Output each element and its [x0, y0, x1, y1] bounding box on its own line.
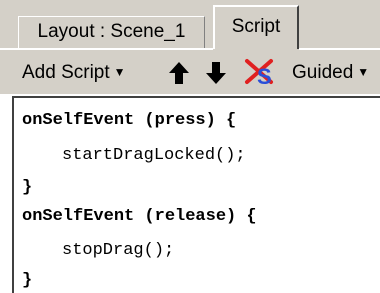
code-line: onSelfEvent (release) {: [22, 207, 257, 226]
tab-script-label: Script: [231, 16, 281, 37]
chevron-down-icon: ▼: [113, 65, 126, 79]
delete-script-icon[interactable]: S: [243, 58, 277, 88]
arrow-up-icon[interactable]: [168, 60, 190, 86]
script-editor[interactable]: onSelfEvent (press) { startDragLocked();…: [12, 96, 380, 293]
code-line: startDragLocked();: [62, 146, 246, 165]
tab-layout-label: Layout : Scene_1: [37, 21, 186, 42]
code-line: }: [22, 271, 33, 290]
code-line: }: [22, 178, 33, 197]
tab-layout-scene[interactable]: Layout : Scene_1: [18, 16, 205, 48]
chevron-down-icon: ▼: [357, 65, 370, 79]
guided-mode-button[interactable]: Guided ▼: [292, 50, 369, 94]
code-line: stopDrag();: [62, 241, 175, 260]
script-toolbar: Add Script ▼ S Guided ▼: [0, 50, 380, 94]
arrow-down-icon[interactable]: [205, 60, 227, 86]
svg-text:S: S: [257, 64, 272, 88]
tab-script[interactable]: Script: [213, 5, 299, 49]
add-script-button[interactable]: Add Script ▼: [22, 50, 126, 94]
guided-label: Guided: [292, 62, 354, 83]
code-line: onSelfEvent (press) {: [22, 111, 237, 130]
add-script-label: Add Script: [22, 62, 110, 83]
tab-strip: Layout : Scene_1 Script: [0, 0, 380, 50]
